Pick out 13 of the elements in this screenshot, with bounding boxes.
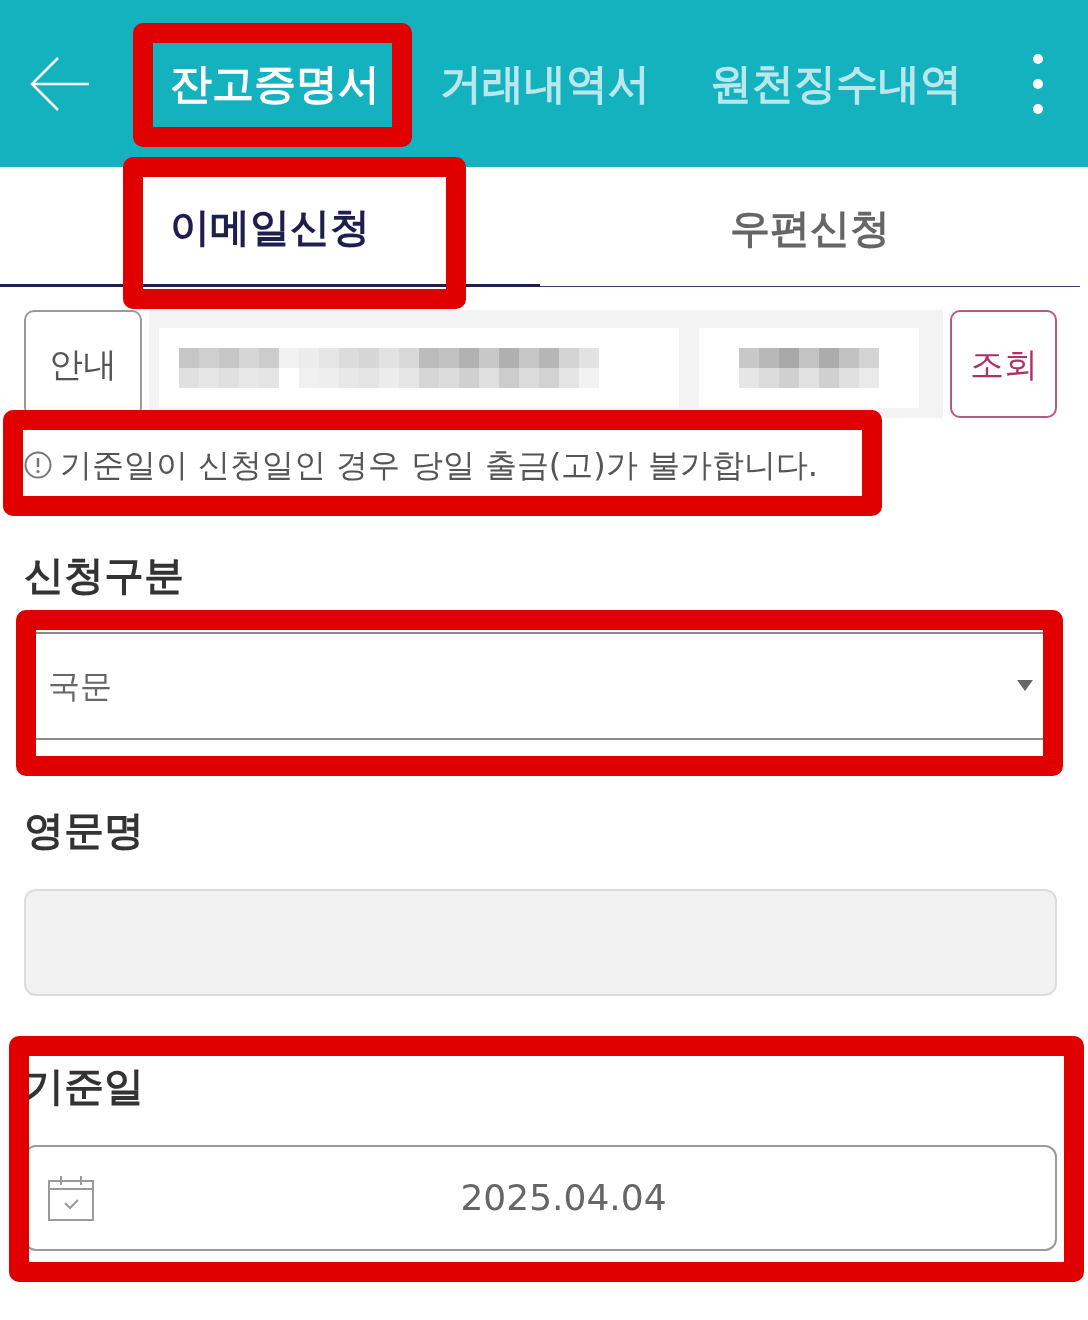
more-menu-icon[interactable]: [1032, 52, 1044, 115]
field-label: 신청구분: [24, 551, 185, 600]
field-label: 기준일: [24, 1062, 145, 1111]
field-label: 영문명: [24, 806, 145, 855]
account-field[interactable]: [149, 310, 943, 418]
dropdown-caret-icon: [1017, 680, 1033, 692]
back-arrow-icon[interactable]: [30, 55, 90, 112]
notice-text: 기준일이 신청일인 경우 당일 출금(고)가 불가합니다.: [60, 445, 818, 486]
search-button[interactable]: 조회: [950, 310, 1057, 418]
sub-tab[interactable]: 이메일신청: [0, 167, 540, 287]
sub-tab[interactable]: 우편신청: [540, 167, 1080, 287]
calendar-icon: [48, 1175, 94, 1221]
exclamation-circle-icon: [24, 451, 52, 479]
